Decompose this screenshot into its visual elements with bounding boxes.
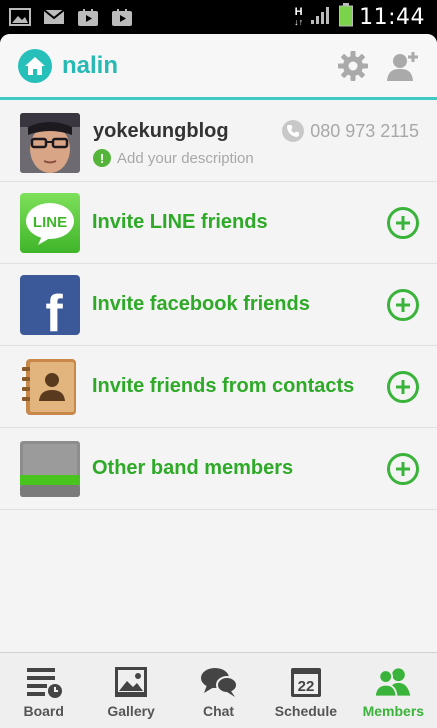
chat-icon: [199, 663, 239, 701]
add-description-link[interactable]: ! Add your description: [93, 149, 254, 167]
image-icon: [8, 7, 32, 27]
plus-icon[interactable]: [387, 288, 419, 321]
plus-icon[interactable]: [387, 370, 419, 403]
network-type-indicator: H ↓↑: [294, 6, 304, 28]
calendar-icon: 22: [286, 663, 326, 701]
svg-text:22: 22: [298, 678, 315, 695]
svg-text:f: f: [45, 285, 63, 335]
gallery-icon: [111, 663, 151, 701]
mail-icon: [42, 7, 66, 27]
settings-gear-icon[interactable]: [335, 48, 371, 84]
invite-list: LINE Invite LINE friends f Invite facebo…: [0, 182, 437, 510]
clock: 11:44: [359, 4, 425, 30]
board-icon: [24, 663, 64, 701]
invite-line-friends-row[interactable]: LINE Invite LINE friends: [0, 182, 437, 264]
play-store-icon: [76, 7, 100, 27]
phone-icon: [282, 120, 305, 142]
avatar[interactable]: [20, 113, 80, 173]
nav-members[interactable]: Members: [350, 653, 437, 728]
other-band-members-row[interactable]: Other band members: [0, 428, 437, 510]
signal-icon: [309, 4, 333, 31]
battery-icon: [339, 2, 354, 32]
phone-number[interactable]: 080 973 2115: [282, 120, 419, 142]
add-member-icon[interactable]: [385, 48, 421, 84]
invite-contacts-label: Invite friends from contacts: [92, 375, 355, 397]
nav-chat[interactable]: Chat: [175, 653, 262, 728]
band-book-icon: [20, 439, 80, 499]
invite-facebook-label: Invite facebook friends: [92, 293, 310, 315]
my-profile-row[interactable]: yokekungblog ! Add your description 080 …: [0, 103, 437, 182]
plus-icon[interactable]: [387, 452, 419, 485]
home-icon[interactable]: [18, 48, 52, 83]
profile-name: yokekungblog: [93, 120, 229, 142]
app-window: nalin yokekungblog ! Add your descriptio…: [0, 34, 437, 728]
contacts-book-icon: [20, 357, 80, 417]
play-store-icon: [110, 7, 134, 27]
band-name[interactable]: nalin: [62, 52, 118, 80]
exclamation-icon: !: [93, 149, 111, 167]
invite-line-label: Invite LINE friends: [92, 211, 268, 233]
members-icon: [373, 663, 413, 701]
nav-board[interactable]: Board: [0, 653, 87, 728]
line-icon: LINE: [20, 192, 80, 253]
nav-gallery[interactable]: Gallery: [87, 653, 174, 728]
invite-contacts-row[interactable]: Invite friends from contacts: [0, 346, 437, 428]
status-bar: H ↓↑ 11:44: [0, 0, 437, 34]
bottom-navigation: Board Gallery Chat 22 Schedule Members: [0, 652, 437, 728]
svg-text:LINE: LINE: [33, 214, 67, 231]
facebook-icon: f: [20, 274, 80, 335]
description-placeholder: Add your description: [117, 149, 254, 167]
app-header: nalin: [0, 34, 437, 100]
invite-facebook-friends-row[interactable]: f Invite facebook friends: [0, 264, 437, 346]
nav-schedule[interactable]: 22 Schedule: [262, 653, 349, 728]
other-band-members-label: Other band members: [92, 457, 294, 479]
notification-icons: [8, 7, 134, 27]
plus-icon[interactable]: [387, 206, 419, 239]
